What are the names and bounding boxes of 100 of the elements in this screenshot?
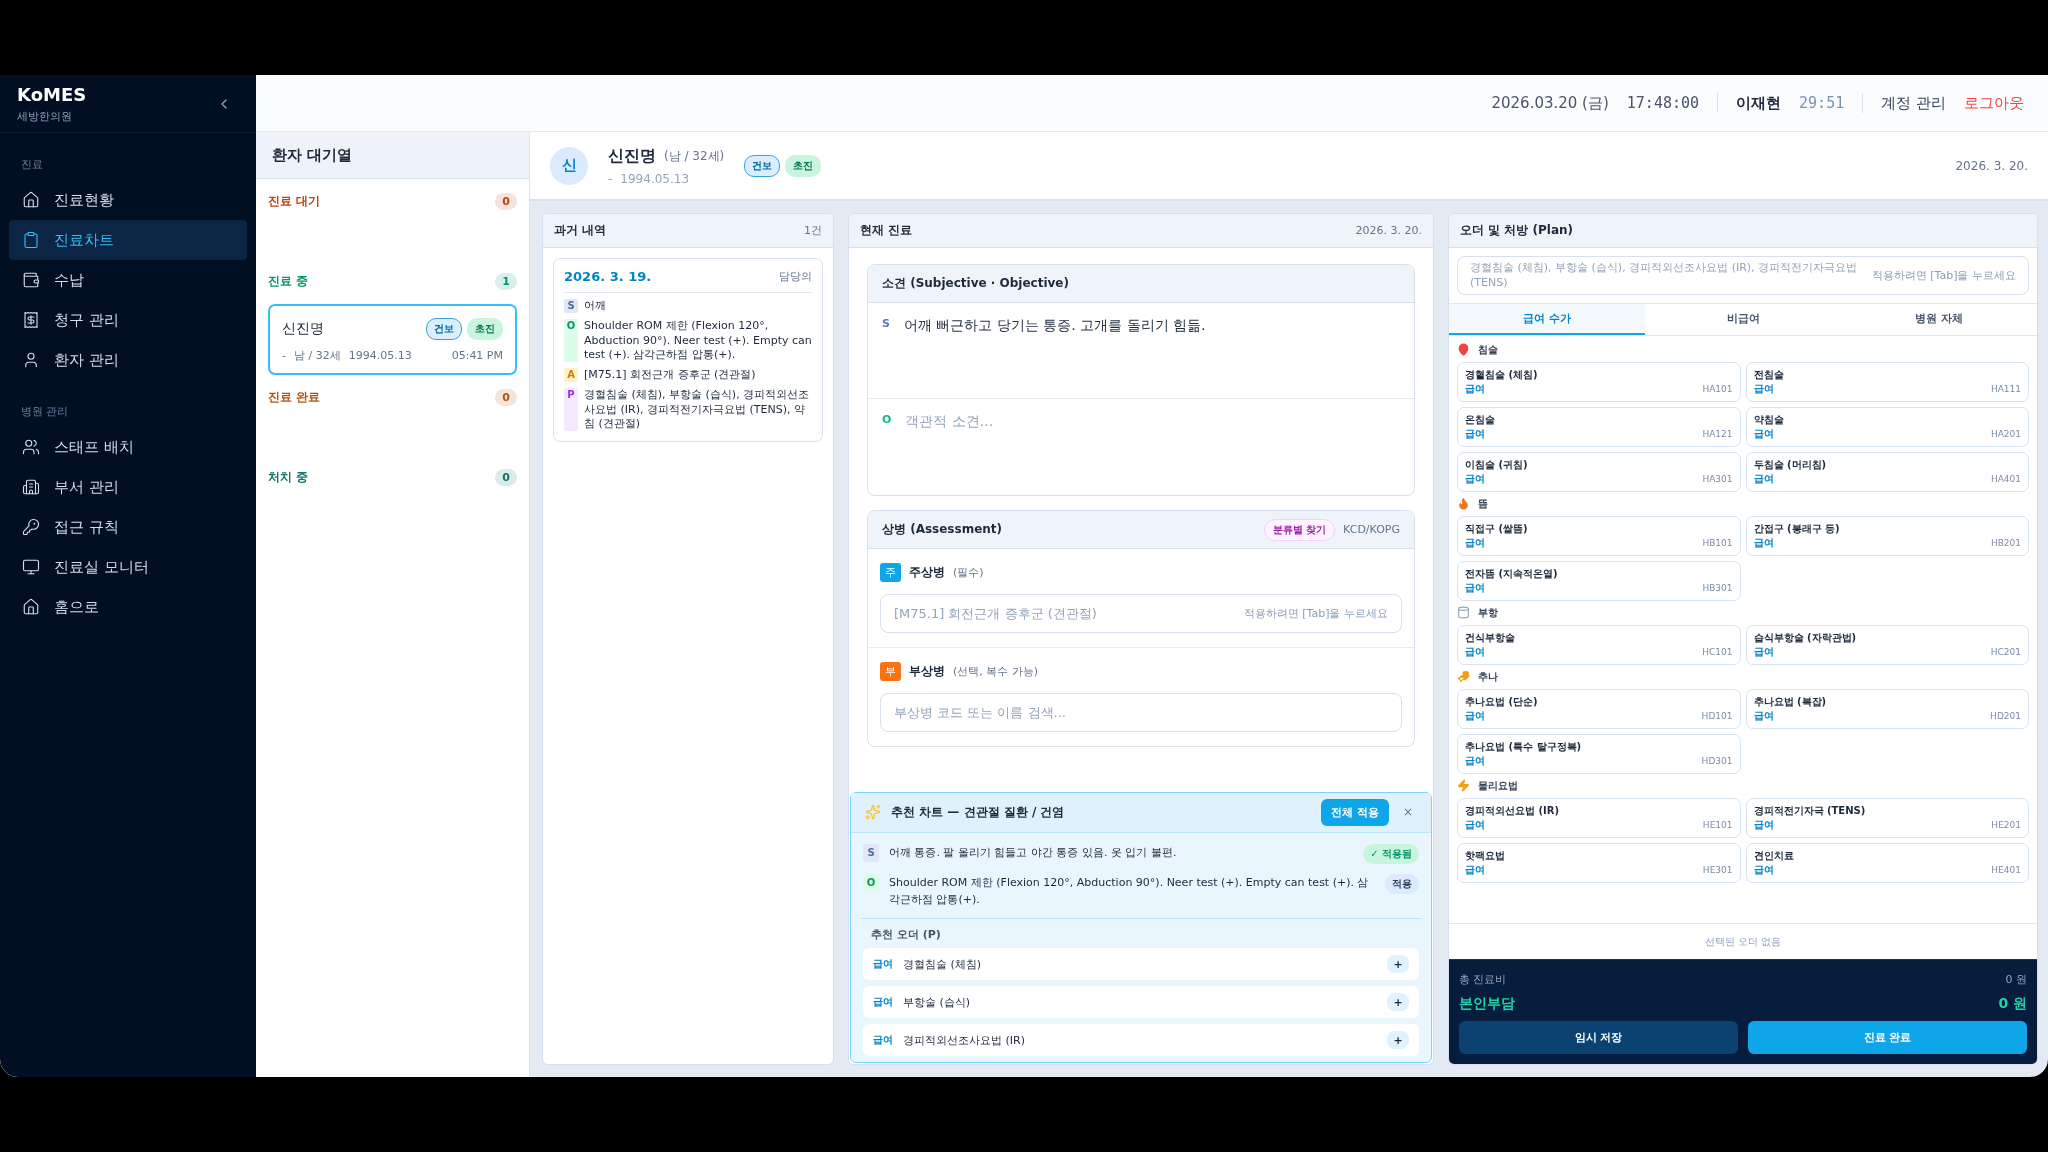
wallet-icon [22,271,40,289]
total-label: 총 진료비 [1459,972,1507,987]
apply-button[interactable]: 적용 [1385,873,1419,894]
order-card[interactable]: 추나요법 (특수 탈구정복) 급여 HD301 [1457,733,1741,774]
dash-text: - [282,349,286,362]
field-label: 주상병 [909,564,945,581]
add-button[interactable]: + [1387,1031,1409,1049]
order-card[interactable]: 약침술 급여 HA201 [1745,406,2029,447]
order-code: HA111 [1990,383,2021,394]
order-card[interactable]: 온침술 급여 HA121 [1457,406,1741,447]
panel-title: 과거 내역 [554,222,607,239]
group-label: 진료 중 [268,273,309,290]
order-code: HA401 [1990,473,2021,484]
soap-letter: A [564,368,578,383]
order-card[interactable]: 견인치료 급여 HE401 [1745,842,2029,883]
patient-name: 신진명 [282,320,324,338]
coverage-tag: 급여 [1465,381,1485,396]
category-label: 물리요법 [1478,778,1518,793]
order-name: 경혈침술 (체침) [903,956,983,972]
soap-letter: S [882,317,890,332]
coverage-tag: 급여 [1753,535,1774,550]
nav-item[interactable]: 진료현황 [9,180,247,220]
order-card[interactable]: 경혈침술 (체침) 급여 HA101 [1457,361,1741,402]
order-code: HB201 [1990,537,2021,548]
nav-item[interactable]: 홈으로 [9,587,247,627]
receipt-icon [22,311,40,329]
nav-item[interactable]: 스태프 배치 [9,427,247,467]
count-badge: 0 [495,469,517,486]
order-card[interactable]: 핫팩요법 급여 HE301 [1457,842,1741,883]
order-card[interactable]: 이침술 (귀침) 급여 HA301 [1457,451,1741,492]
date-text: 2026.03.20 (금) [1491,93,1609,113]
close-button[interactable]: × [1398,805,1417,820]
account-link[interactable]: 계정 관리 [1881,93,1946,113]
order-card[interactable]: 추나요법 (복잡) 급여 HD201 [1745,688,2029,729]
order-code: HA301 [1702,473,1733,484]
visit-date: 2026. 3. 20. [1355,224,1422,237]
card-title: 상병 (Assessment) [882,521,1003,538]
pin-icon [1457,343,1470,357]
main-badge: 주 [880,563,901,582]
order-code: HE101 [1702,819,1733,830]
logout-link[interactable]: 로그아웃 [1964,93,2024,113]
history-date: 2026. 3. 19. [564,269,652,284]
soap-letter: O [863,873,879,892]
sparkle-icon [865,804,881,821]
total-amount: 0 원 [2005,972,2027,987]
nav-item[interactable]: 진료실 모니터 [9,547,247,587]
add-button[interactable]: + [1387,955,1409,973]
diagnosis-field[interactable]: 부상병 코드 또는 이름 검색... [880,693,1402,732]
group-label: 처치 중 [268,469,309,486]
coverage-tag: 급여 [873,957,893,971]
nav-item[interactable]: 진료차트 [9,220,247,260]
coverage-tag: 급여 [873,995,893,1009]
order-card[interactable]: 직접구 (쌀뜸) 급여 HB101 [1457,515,1741,556]
coverage-tag: 급여 [1753,426,1774,441]
browse-button[interactable]: 분류별 찾기 [1263,518,1336,541]
order-card[interactable]: 경피적전기자극 (TENS) 급여 HE201 [1745,797,2029,838]
order-card[interactable]: 추나요법 (단순) 급여 HD101 [1457,688,1741,729]
order-card[interactable]: 간접구 (봉래구 등) 급여 HB201 [1745,515,2029,556]
history-card[interactable] [553,258,823,443]
coverage-tag: 급여 [1753,817,1774,832]
order-code: HE201 [1991,819,2021,830]
soap-letter: P [564,388,578,432]
panel-title: 오더 및 처방 (Plan) [1460,222,1574,239]
coverage-tag: 급여 [1465,862,1485,877]
avatar: 신 [550,146,588,185]
order-card[interactable]: 경피적외선요법 (IR) 급여 HE101 [1457,797,1741,838]
order-card[interactable]: 습식부항술 (자락관법) 급여 HC201 [1745,624,2029,665]
coverage-tag: 급여 [1465,471,1485,486]
order-name: 경피적외선조사요법 (IR) [903,1032,1026,1048]
group-label: 진료 완료 [268,389,321,406]
patient-info: (남 / 32세) [664,147,725,165]
order-code: HD201 [1990,710,2021,721]
order-card[interactable]: 두침술 (머리침) 급여 HA401 [1745,451,2029,492]
nav-item[interactable]: 수납 [9,260,247,300]
soap-text: 어깨 [584,299,606,314]
nav-item[interactable]: 부서 관리 [9,467,247,507]
soap-letter: O [882,413,892,428]
jar-icon [1457,606,1470,620]
nav-item[interactable]: 접근 규칙 [9,507,247,547]
panel-title: 현재 진료 [860,222,913,239]
order-code: HE401 [1991,864,2021,875]
group-label: 진료 대기 [268,193,321,210]
field-note: (선택, 복수 가능) [953,664,1039,679]
lightning-icon [1457,779,1470,793]
nav-item[interactable]: 환자 관리 [9,340,247,380]
save-button[interactable]: 임시 저장 [1459,1021,1738,1054]
birth-date: 1994.05.13 [620,171,690,186]
patient-card[interactable]: 신진명 건보 초진 - 남 / 32세 1994.05.13 05:41 PM [268,304,517,375]
flame-icon [1457,497,1470,511]
order-card[interactable]: 건식부항술 급여 HC101 [1457,624,1741,665]
nav-item[interactable]: 청구 관리 [9,300,247,340]
findings-field[interactable]: 어깨 뻐근하고 당기는 통증. 고개를 돌리기 힘듦. [903,317,1206,384]
coverage-tag: 급여 [1465,753,1485,768]
visit-time: 05:41 PM [451,349,503,362]
tab[interactable]: 급여 수가 [1449,303,1645,335]
dash-text: - [608,171,613,186]
order-card[interactable]: 전침술 급여 HA111 [1745,361,2029,402]
order-card[interactable]: 전자뜸 (지속적온열) 급여 HB301 [1457,560,1741,601]
add-button[interactable]: + [1387,993,1409,1011]
patient-tag: 건보 [426,318,462,340]
